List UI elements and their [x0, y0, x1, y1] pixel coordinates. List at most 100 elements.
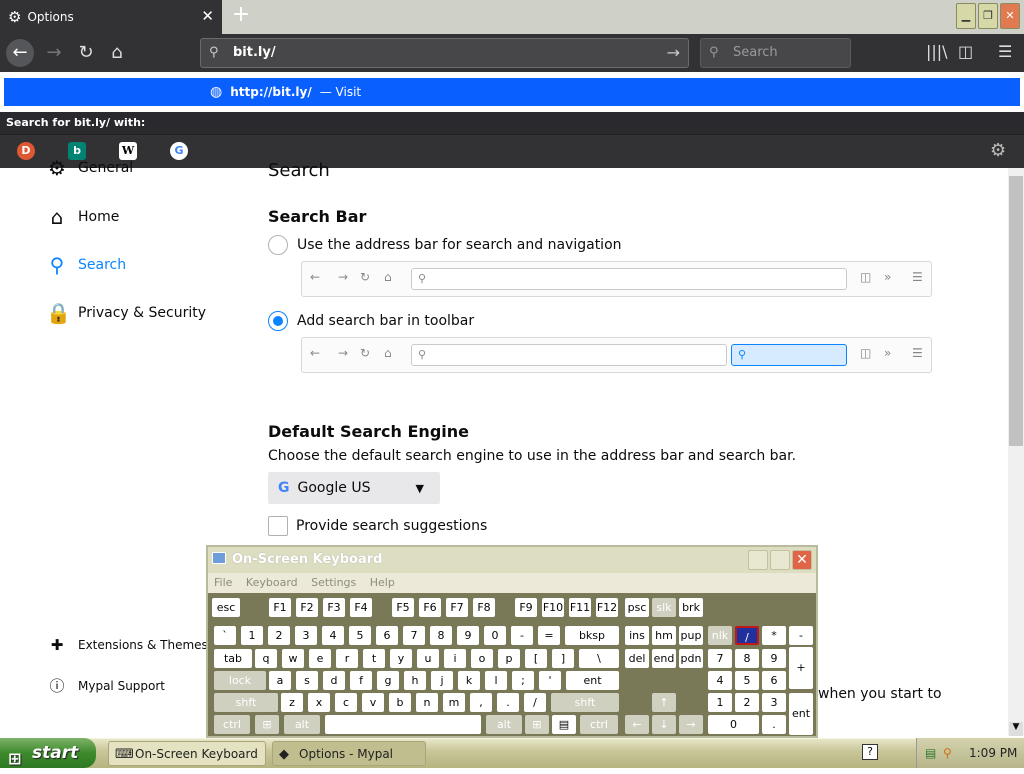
osk-key[interactable]: F7 [446, 598, 468, 617]
osk-key[interactable]: 6 [376, 626, 398, 645]
osk-key[interactable]: → [679, 715, 703, 734]
osk-titlebar[interactable]: On-Screen Keyboard [208, 547, 816, 573]
reload-button[interactable]: ↻ [72, 39, 100, 67]
osk-key[interactable]: x [308, 693, 330, 712]
osk-key[interactable]: [ [525, 649, 547, 668]
start-button[interactable]: ⊞ start [0, 738, 96, 768]
osk-key[interactable]: t [363, 649, 385, 668]
osk-key[interactable]: slk [652, 598, 676, 617]
osk-key[interactable]: - [789, 626, 813, 645]
osk-key[interactable]: del [625, 649, 649, 668]
osk-key[interactable]: 6 [762, 671, 786, 690]
osk-key[interactable]: ↓ [652, 715, 676, 734]
search-settings-icon[interactable]: ⚙ [990, 140, 1006, 161]
osk-key[interactable]: 0 [484, 626, 506, 645]
close-window-button[interactable]: ✕ [1000, 3, 1020, 29]
osk-key[interactable]: . [762, 715, 786, 734]
osk-key[interactable]: ⊞ [255, 715, 279, 734]
osk-key[interactable]: F6 [419, 598, 441, 617]
osk-key[interactable]: tab [214, 649, 252, 668]
radio-toolbar[interactable] [268, 311, 288, 331]
sidebar-item-home[interactable]: ⌂ Home [46, 205, 120, 229]
close-tab-icon[interactable]: ✕ [201, 7, 214, 25]
osk-key[interactable]: / [524, 693, 546, 712]
osk-menu-keyboard[interactable]: Keyboard [246, 576, 298, 589]
osk-menu-file[interactable]: File [214, 576, 232, 589]
osk-key[interactable]: . [497, 693, 519, 712]
duckduckgo-icon[interactable]: D [17, 142, 35, 160]
osk-key[interactable]: F8 [473, 598, 495, 617]
home-button[interactable]: ⌂ [103, 39, 131, 67]
new-tab-button[interactable]: + [228, 4, 254, 28]
help-icon[interactable]: ? [862, 744, 878, 760]
osk-key[interactable]: i [444, 649, 466, 668]
osk-key[interactable]: - [511, 626, 533, 645]
osk-key[interactable]: ent [789, 693, 813, 735]
osk-maximize-button[interactable] [770, 550, 790, 570]
osk-key[interactable]: 2 [268, 626, 290, 645]
osk-key[interactable]: F2 [296, 598, 318, 617]
osk-key[interactable]: 2 [735, 693, 759, 712]
osk-key[interactable]: F10 [542, 598, 564, 617]
osk-key[interactable]: F9 [515, 598, 537, 617]
osk-key[interactable]: a [269, 671, 291, 690]
osk-key[interactable]: ' [539, 671, 561, 690]
osk-key[interactable]: pdn [679, 649, 703, 668]
url-input[interactable]: ⚲ bit.ly/ → [200, 38, 689, 68]
osk-key[interactable]: o [471, 649, 493, 668]
osk-key[interactable]: F11 [569, 598, 591, 617]
osk-key[interactable]: g [377, 671, 399, 690]
sidebar-item-privacy[interactable]: 🔒 Privacy & Security [46, 301, 206, 325]
osk-key[interactable]: ctrl [580, 715, 618, 734]
osk-key[interactable]: 7 [708, 649, 732, 668]
osk-key[interactable]: ↑ [652, 693, 676, 712]
osk-key[interactable] [325, 715, 481, 734]
osk-key[interactable]: 0 [708, 715, 759, 734]
osk-key[interactable]: \ [579, 649, 619, 668]
network-icon[interactable]: ▤ [925, 738, 936, 768]
osk-key[interactable]: v [362, 693, 384, 712]
osk-key[interactable]: c [335, 693, 357, 712]
osk-menu-help[interactable]: Help [370, 576, 395, 589]
osk-key[interactable]: 3 [295, 626, 317, 645]
sidebar-support[interactable]: ⓘ Mypal Support [46, 675, 165, 696]
osk-key[interactable]: 5 [735, 671, 759, 690]
osk-key[interactable]: alt [486, 715, 522, 734]
scroll-down-icon[interactable]: ▼ [1009, 722, 1023, 736]
url-suggestion[interactable]: ◍ http://bit.ly/ — Visit [4, 78, 1020, 106]
osk-key[interactable]: f [350, 671, 372, 690]
osk-key[interactable]: w [282, 649, 304, 668]
menu-icon[interactable]: ☰ [998, 42, 1012, 61]
osk-key[interactable]: F3 [323, 598, 345, 617]
osk-key[interactable]: F12 [596, 598, 618, 617]
sidebar-extensions[interactable]: ✚ Extensions & Themes [46, 636, 208, 654]
osk-key[interactable]: = [538, 626, 560, 645]
suggestions-checkbox[interactable] [268, 516, 288, 536]
osk-key[interactable]: b [389, 693, 411, 712]
sidebar-icon[interactable]: ◫ [958, 42, 973, 61]
osk-key[interactable]: shft [551, 693, 619, 712]
osk-key[interactable]: 8 [430, 626, 452, 645]
osk-key[interactable]: ← [625, 715, 649, 734]
tab-options[interactable]: ⚙ Options ✕ [0, 0, 222, 34]
osk-key[interactable]: 1 [241, 626, 263, 645]
osk-key[interactable]: nlk [708, 626, 732, 645]
osk-key[interactable]: q [255, 649, 277, 668]
osk-key[interactable]: s [296, 671, 318, 690]
osk-key[interactable]: p [498, 649, 520, 668]
engine-select[interactable]: G Google US ▼ [268, 472, 440, 504]
osk-key[interactable]: alt [284, 715, 320, 734]
osk-key[interactable]: ▤ [552, 715, 576, 734]
osk-key[interactable]: z [281, 693, 303, 712]
osk-menu-settings[interactable]: Settings [311, 576, 356, 589]
osk-key[interactable]: ent [566, 671, 619, 690]
osk-key[interactable]: 1 [708, 693, 732, 712]
osk-key[interactable]: r [336, 649, 358, 668]
osk-key[interactable]: + [789, 647, 813, 689]
osk-key[interactable]: end [652, 649, 676, 668]
osk-key[interactable]: , [470, 693, 492, 712]
osk-key[interactable]: bksp [565, 626, 619, 645]
osk-key[interactable]: d [323, 671, 345, 690]
osk-key[interactable]: pup [679, 626, 703, 645]
osk-key[interactable]: F4 [350, 598, 372, 617]
